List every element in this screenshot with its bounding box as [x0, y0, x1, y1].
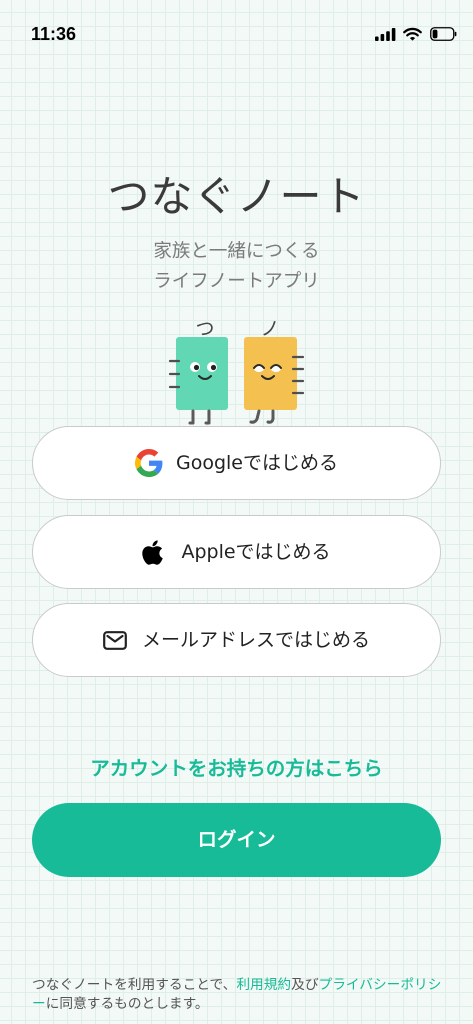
email-signup-button[interactable]: メールアドレスではじめる — [32, 603, 441, 677]
mascot-left-letter: つ — [195, 318, 214, 340]
email-button-label: メールアドレスではじめる — [141, 629, 370, 651]
terms-prefix: つなぐノートを利用することで、 — [32, 977, 237, 993]
mail-icon — [103, 630, 127, 650]
status-time: 11:36 — [31, 24, 77, 44]
yellow-notebook-character: ノ — [244, 318, 305, 424]
apple-button-label: Appleではじめる — [181, 541, 331, 563]
terms-suffix: に同意するものとします。 — [45, 996, 209, 1012]
login-button[interactable]: ログイン — [32, 803, 441, 877]
mascot-right-letter: ノ — [260, 318, 279, 340]
login-button-label: ログイン — [197, 828, 276, 851]
terms-notice: つなぐノートを利用することで、利用規約及びプライバシーポリシーに同意するものとし… — [32, 976, 442, 1014]
battery-icon — [430, 27, 457, 41]
status-bar: 11:36 — [0, 0, 473, 56]
green-notebook-character: つ — [168, 318, 228, 425]
google-signup-button[interactable]: Googleではじめる — [32, 426, 441, 500]
yellow-notebook-body — [244, 337, 297, 410]
green-notebook-body — [176, 337, 228, 410]
tagline-line-1: 家族と一緒につくる — [153, 241, 320, 262]
battery-level-fill — [432, 29, 438, 39]
google-button-label: Googleではじめる — [175, 452, 338, 474]
signal-icon — [375, 28, 396, 41]
app-title: つなぐノート — [107, 172, 366, 221]
terms-of-service-link[interactable]: 利用規約 — [236, 977, 291, 993]
terms-connector: 及び — [291, 977, 319, 993]
apple-signup-button[interactable]: Appleではじめる — [32, 515, 441, 589]
apple-icon — [142, 539, 164, 565]
google-icon — [134, 449, 163, 477]
wifi-icon — [403, 27, 422, 41]
existing-account-row: アカウントをお持ちの方はこちら — [0, 755, 473, 784]
app-tagline: 家族と一緒につくる ライフノートアプリ — [0, 237, 473, 297]
yellow-character-legs — [249, 409, 275, 424]
green-character-legs — [188, 409, 211, 425]
existing-account-link[interactable]: アカウントをお持ちの方はこちら — [90, 757, 383, 780]
mascot-illustration: つ ノ — [168, 318, 305, 425]
tagline-line-2: ライフノートアプリ — [153, 271, 320, 292]
